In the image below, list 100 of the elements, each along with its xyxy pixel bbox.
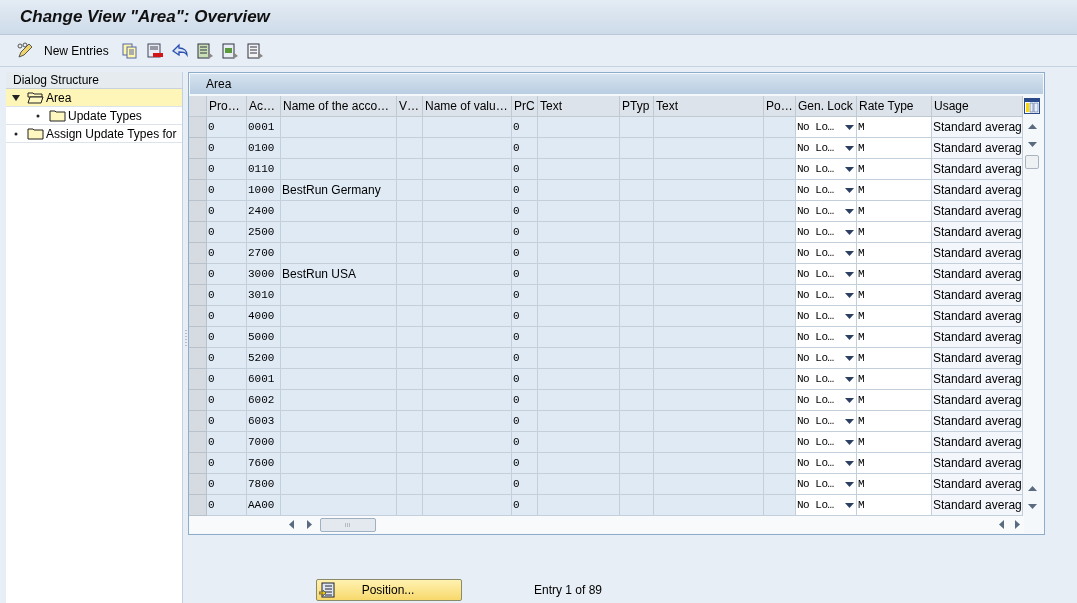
row-selector[interactable] bbox=[189, 243, 207, 264]
row-selector[interactable] bbox=[189, 411, 207, 432]
dropdown-field[interactable]: No Lo… bbox=[796, 306, 857, 327]
table-cell: 7600 bbox=[247, 453, 281, 474]
scrollbar-thumb[interactable] bbox=[320, 517, 376, 532]
table-cell: Standard averag bbox=[932, 411, 1023, 432]
dropdown-field[interactable]: No Lo… bbox=[796, 432, 857, 453]
table-cell: 0 bbox=[512, 411, 538, 432]
dropdown-field[interactable]: No Lo… bbox=[796, 495, 857, 516]
input-field[interactable]: M bbox=[857, 243, 932, 264]
row-selector[interactable] bbox=[189, 159, 207, 180]
dropdown-field[interactable]: No Lo… bbox=[796, 117, 857, 138]
input-field[interactable]: M bbox=[857, 495, 932, 516]
row-selector[interactable] bbox=[189, 201, 207, 222]
row-selector[interactable] bbox=[189, 369, 207, 390]
row-selector[interactable] bbox=[189, 138, 207, 159]
bullet-icon bbox=[36, 113, 40, 118]
input-field[interactable]: M bbox=[857, 432, 932, 453]
input-field[interactable]: M bbox=[857, 306, 932, 327]
row-selector[interactable] bbox=[189, 117, 207, 138]
tree-item[interactable]: Update Types bbox=[49, 107, 144, 124]
dropdown-field[interactable]: No Lo… bbox=[796, 390, 857, 411]
scroll-up-arrow-icon[interactable] bbox=[1027, 485, 1037, 491]
scroll-left-arrow-icon[interactable] bbox=[998, 520, 1004, 529]
dropdown-field[interactable]: No Lo… bbox=[796, 222, 857, 243]
input-field[interactable]: M bbox=[857, 159, 932, 180]
scroll-right-arrow-icon[interactable] bbox=[1014, 520, 1020, 529]
dropdown-field[interactable]: No Lo… bbox=[796, 159, 857, 180]
input-field[interactable]: M bbox=[857, 138, 932, 159]
column-header[interactable]: Pro… bbox=[207, 96, 247, 117]
dropdown-field[interactable]: No Lo… bbox=[796, 369, 857, 390]
dropdown-field[interactable]: No Lo… bbox=[796, 453, 857, 474]
row-selector[interactable] bbox=[189, 264, 207, 285]
column-header[interactable]: Gen. Lock bbox=[796, 96, 857, 117]
dropdown-field[interactable]: No Lo… bbox=[796, 264, 857, 285]
table-cell: 0 bbox=[512, 327, 538, 348]
dropdown-field[interactable]: No Lo… bbox=[796, 327, 857, 348]
input-field[interactable]: M bbox=[857, 327, 932, 348]
table-cell: 0 bbox=[512, 117, 538, 138]
table-cell: 0 bbox=[512, 495, 538, 516]
dropdown-field[interactable]: No Lo… bbox=[796, 285, 857, 306]
row-selector[interactable] bbox=[189, 495, 207, 516]
expand-arrow-icon bbox=[12, 94, 20, 101]
tree-item[interactable]: Assign Update Types for bbox=[27, 125, 179, 142]
input-field[interactable]: M bbox=[857, 222, 932, 243]
input-field[interactable]: M bbox=[857, 390, 932, 411]
dropdown-field[interactable]: No Lo… bbox=[796, 243, 857, 264]
row-selector[interactable] bbox=[189, 306, 207, 327]
dropdown-field[interactable]: No Lo… bbox=[796, 474, 857, 495]
column-header[interactable]: Name of the acco… bbox=[281, 96, 397, 117]
row-selector[interactable] bbox=[189, 285, 207, 306]
dropdown-field[interactable]: No Lo… bbox=[796, 411, 857, 432]
column-header[interactable]: V… bbox=[397, 96, 423, 117]
column-header[interactable]: Po… bbox=[764, 96, 796, 117]
table-cell: 0001 bbox=[247, 117, 281, 138]
scroll-up-arrow-icon[interactable] bbox=[1027, 123, 1037, 129]
dropdown-field[interactable]: No Lo… bbox=[796, 180, 857, 201]
row-selector[interactable] bbox=[189, 222, 207, 243]
row-selector[interactable] bbox=[189, 327, 207, 348]
column-header[interactable]: Rate Type bbox=[857, 96, 932, 117]
dropdown-field[interactable]: No Lo… bbox=[796, 201, 857, 222]
column-header[interactable]: Usage bbox=[932, 96, 1023, 117]
row-selector[interactable] bbox=[189, 348, 207, 369]
row-selector[interactable] bbox=[189, 390, 207, 411]
input-field[interactable]: M bbox=[857, 453, 932, 474]
table-cell: 0 bbox=[207, 474, 247, 495]
scrollbar-thumb[interactable] bbox=[1025, 155, 1039, 169]
table-cell: 7000 bbox=[247, 432, 281, 453]
scroll-down-arrow-icon[interactable] bbox=[1027, 503, 1037, 509]
row-selector[interactable] bbox=[189, 453, 207, 474]
table-cell: 4000 bbox=[247, 306, 281, 327]
row-selector[interactable] bbox=[189, 432, 207, 453]
column-header[interactable]: PTyp bbox=[620, 96, 654, 117]
position-button[interactable]: Position... bbox=[316, 579, 462, 601]
row-selector[interactable] bbox=[189, 474, 207, 495]
input-field[interactable]: M bbox=[857, 348, 932, 369]
input-field[interactable]: M bbox=[857, 285, 932, 306]
input-field[interactable]: M bbox=[857, 201, 932, 222]
column-header[interactable]: Name of valu… bbox=[423, 96, 512, 117]
new-entries-button[interactable]: New Entries bbox=[14, 39, 111, 62]
column-settings-icon[interactable] bbox=[1024, 98, 1040, 114]
input-field[interactable]: M bbox=[857, 180, 932, 201]
column-header[interactable]: Text bbox=[538, 96, 620, 117]
input-field[interactable]: M bbox=[857, 369, 932, 390]
input-field[interactable]: M bbox=[857, 411, 932, 432]
scroll-right-arrow-icon[interactable] bbox=[306, 520, 312, 529]
row-selector[interactable] bbox=[189, 180, 207, 201]
table-cell: 0 bbox=[512, 243, 538, 264]
input-field[interactable]: M bbox=[857, 264, 932, 285]
select-all-button[interactable] bbox=[189, 96, 207, 117]
scroll-left-arrow-icon[interactable] bbox=[288, 520, 294, 529]
dropdown-field[interactable]: No Lo… bbox=[796, 138, 857, 159]
column-header[interactable]: Ac… bbox=[247, 96, 281, 117]
column-header[interactable]: PrC bbox=[512, 96, 538, 117]
input-field[interactable]: M bbox=[857, 474, 932, 495]
scroll-down-arrow-icon[interactable] bbox=[1027, 141, 1037, 147]
input-field[interactable]: M bbox=[857, 117, 932, 138]
column-header[interactable]: Text bbox=[654, 96, 764, 117]
dropdown-field[interactable]: No Lo… bbox=[796, 348, 857, 369]
tree-item[interactable]: Area bbox=[27, 89, 74, 106]
